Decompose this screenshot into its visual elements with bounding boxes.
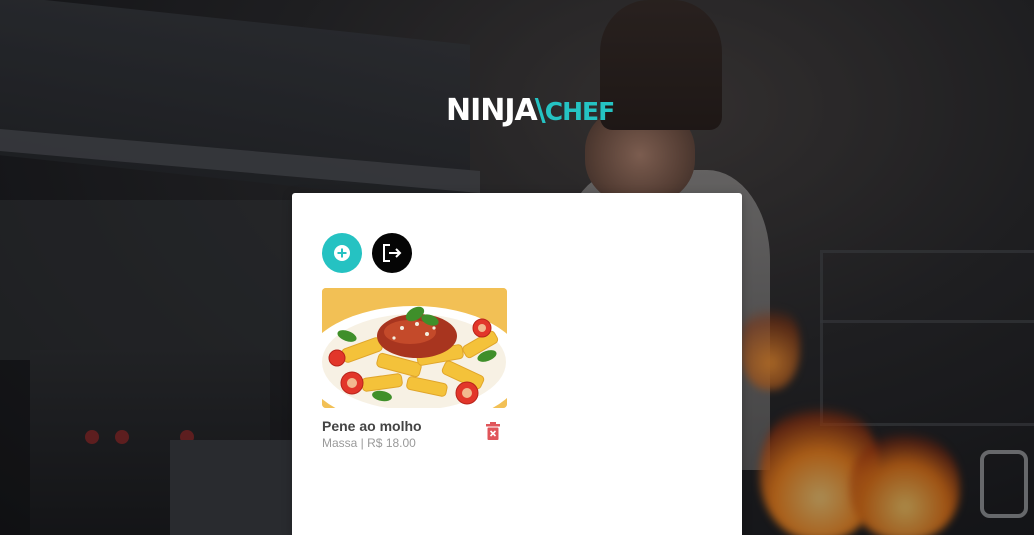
menu-item-card[interactable]: Pene ao molho Massa | R$ 18.00 bbox=[322, 288, 507, 450]
app-logo: NINJA \ CHEF bbox=[446, 88, 615, 128]
plus-circle-icon bbox=[334, 245, 350, 261]
item-category: Massa bbox=[322, 436, 358, 450]
logo-text-ninja: NINJA bbox=[446, 93, 538, 128]
logo-text-chef: CHEF bbox=[544, 97, 615, 126]
logout-icon bbox=[383, 244, 402, 262]
delete-item-button[interactable] bbox=[484, 422, 502, 442]
logo-slash: \ bbox=[534, 93, 546, 128]
logout-button[interactable] bbox=[372, 233, 412, 273]
food-image bbox=[322, 288, 507, 408]
menu-panel: Pene ao molho Massa | R$ 18.00 bbox=[292, 193, 742, 535]
item-name: Pene ao molho bbox=[322, 418, 422, 434]
item-meta: Massa | R$ 18.00 bbox=[322, 436, 416, 450]
add-item-button[interactable] bbox=[322, 233, 362, 273]
item-price: R$ 18.00 bbox=[367, 436, 416, 450]
item-separator: | bbox=[357, 436, 368, 450]
trash-icon bbox=[486, 422, 500, 440]
